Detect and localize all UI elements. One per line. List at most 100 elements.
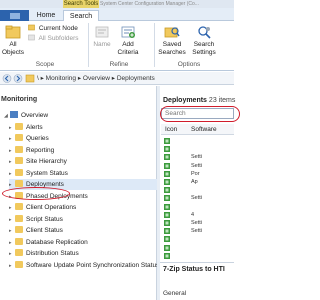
tree-item[interactable]: ▸ Client Operations (9, 202, 159, 213)
tree-item[interactable]: ▸ Database Replication (9, 237, 159, 248)
tree-item-label: Distribution Status (26, 250, 79, 257)
current-node-option[interactable]: Current Node (28, 24, 78, 33)
table-row[interactable] (161, 252, 234, 260)
table-row[interactable]: Setti (161, 162, 234, 170)
tree-item-label: Queries (26, 135, 49, 142)
column-header-row: Icon Software (161, 124, 234, 135)
table-row[interactable] (161, 235, 234, 243)
row-software-cell: Setti (191, 162, 203, 169)
overview-icon (10, 111, 18, 118)
tree-item[interactable]: ▸ Site Hierarchy (9, 156, 159, 167)
table-row[interactable]: Setti (161, 227, 234, 235)
all-objects-label: All Objects (2, 41, 25, 56)
folder-icon (15, 122, 23, 130)
tree-item-label: Alerts (26, 123, 43, 131)
deployment-icon (164, 220, 170, 226)
address-bar: \ ▸ Monitoring ▸ Overview ▸ Deployments (0, 72, 234, 85)
tree-item-label: Site Hierarchy (26, 158, 67, 165)
deployment-icon (164, 252, 170, 259)
forward-arrow-icon[interactable] (13, 74, 23, 83)
ribbon: All Objects Current Node All Subfolders … (0, 21, 234, 71)
folder-icon (15, 226, 23, 233)
row-software-cell: Setti (191, 228, 203, 235)
deployment-icon (164, 162, 170, 169)
tree-item[interactable]: ▸ Client Status (9, 225, 159, 236)
tree-item[interactable]: ▸ Software Update Point Synchronization S… (9, 260, 159, 271)
search-settings-button[interactable]: Search Settings (190, 25, 218, 56)
name-button[interactable]: Name (92, 25, 112, 49)
tree-item-label: Reporting (26, 146, 55, 154)
search-tools-context-tab: Search Tools (63, 0, 99, 8)
highlight-annotation (2, 187, 70, 200)
detail-separator (160, 262, 234, 263)
folder-icon (15, 203, 23, 210)
folder-icon (15, 249, 23, 256)
row-software-cell: 4 (191, 211, 195, 218)
breadcrumb[interactable]: \ ▸ Monitoring ▸ Overview ▸ Deployments (37, 74, 155, 83)
workspace-title: Monitoring (1, 96, 38, 103)
all-objects-icon (5, 25, 21, 39)
table-row[interactable]: Setti (161, 153, 234, 161)
folder-icon (15, 180, 23, 187)
current-node-icon (28, 24, 35, 31)
folder-icon (15, 134, 23, 141)
all-subfolders-option[interactable]: All Subfolders (28, 34, 79, 43)
all-objects-button[interactable]: All Objects (2, 25, 24, 56)
tree-item[interactable]: ▸ Distribution Status (9, 248, 159, 259)
deployment-icon (164, 244, 170, 251)
deployment-icon (164, 187, 170, 194)
refresh-icon[interactable] (25, 74, 35, 83)
tree-item[interactable]: ◢ Overview (4, 110, 154, 121)
scope-group-label: Scope (35, 61, 55, 68)
tree-item-label: Overview (21, 112, 49, 119)
saved-searches-icon (164, 27, 180, 38)
add-criteria-button[interactable]: Add Criteria (116, 25, 140, 56)
table-row[interactable] (161, 186, 234, 194)
table-row[interactable]: 4 (161, 211, 234, 219)
list-header: Deployments 23 items (163, 97, 235, 104)
table-row[interactable]: Por (161, 170, 234, 178)
column-header-software[interactable]: Software (191, 124, 217, 135)
table-row[interactable] (161, 137, 234, 145)
tree-item[interactable]: ▸ Reporting (9, 145, 159, 156)
tree-item-label: Client Status (26, 227, 63, 234)
table-row[interactable]: Ap (161, 178, 234, 186)
column-header-icon[interactable]: Icon (165, 124, 177, 135)
folder-icon (15, 260, 23, 268)
refine-group-label: Refine (109, 61, 129, 68)
detail-title: 7-Zip Status to HTI (163, 266, 225, 273)
options-group-label: Options (177, 61, 201, 68)
table-row[interactable] (161, 203, 234, 211)
tree-item-label: Software Update Point Synchronization St… (26, 261, 160, 269)
detail-tab-general[interactable]: General (163, 290, 186, 297)
table-row[interactable]: Setti (161, 219, 234, 227)
name-label: Name (93, 41, 111, 48)
tree-item[interactable]: ▸ System Status (9, 168, 159, 179)
folder-icon (15, 157, 23, 164)
row-software-cell: Ap (191, 179, 198, 185)
tree-item[interactable]: ▸ Script Status (9, 214, 159, 225)
search-settings-label: Search Settings (192, 41, 216, 56)
window-title: System Center Configuration Manager (Co.… (100, 1, 199, 7)
tree-item[interactable]: ▸ Alerts (9, 122, 159, 133)
deployment-icon (164, 195, 170, 202)
folder-icon (15, 237, 23, 245)
back-arrow-icon[interactable] (2, 74, 12, 83)
deployment-icon (164, 146, 170, 153)
deployment-icon (164, 228, 170, 235)
all-subfolders-label: All Subfolders (38, 35, 79, 42)
list-title: Deployments (163, 97, 207, 104)
ribbon-separator (88, 23, 89, 67)
ribbon-tab-strip: Home Search (0, 8, 234, 22)
tree-item-label: System Status (26, 169, 68, 177)
table-row[interactable]: Setti (161, 194, 234, 202)
table-row[interactable] (161, 244, 234, 252)
saved-searches-button[interactable]: Saved Searches (158, 25, 186, 56)
tree-item-label: Client Operations (26, 204, 77, 211)
table-row[interactable] (161, 145, 234, 153)
all-subfolders-icon (28, 34, 35, 41)
add-criteria-label: Add Criteria (117, 41, 139, 56)
tree-item[interactable]: ▸ Queries (9, 133, 159, 144)
tree-item-label: Script Status (26, 215, 63, 223)
saved-searches-label: Saved Searches (158, 41, 186, 56)
